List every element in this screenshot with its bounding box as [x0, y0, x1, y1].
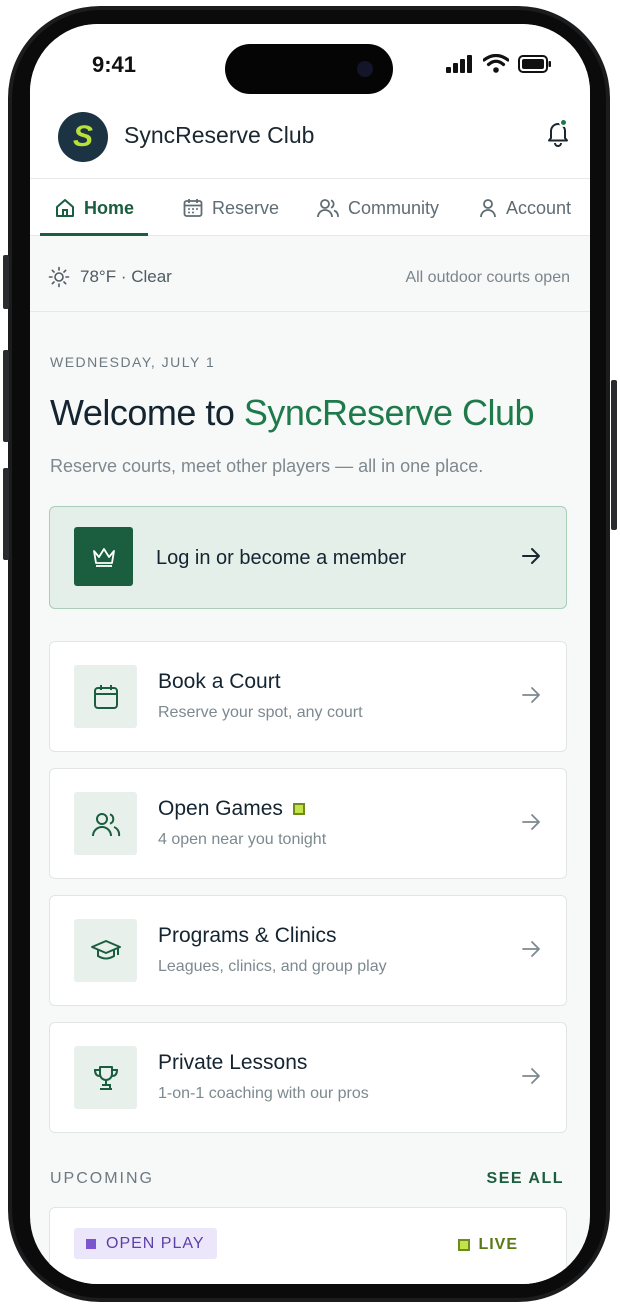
title-accent: SyncReserve Club — [243, 392, 535, 433]
home-icon — [56, 199, 74, 217]
bell-icon[interactable] — [542, 116, 574, 148]
arrow-right-icon — [522, 814, 540, 830]
status-icons — [446, 54, 552, 73]
app-screen: 9:41 S SyncReserve Club Home Reserve Com… — [30, 24, 590, 1284]
volume-up-button — [3, 350, 9, 442]
app-title: SyncReserve Club — [124, 122, 315, 148]
cta-icon-box — [74, 527, 133, 586]
card-title-text: Open Games — [158, 797, 283, 820]
private-lessons-card[interactable]: Private Lessons 1-on-1 coaching with our… — [49, 1022, 567, 1133]
card-subtitle: Reserve your spot, any court — [158, 704, 363, 721]
calendar-icon — [93, 684, 118, 709]
tab-account-label: Account — [506, 197, 572, 218]
tab-account[interactable]: Account — [478, 179, 571, 237]
tab-reserve[interactable]: Reserve — [182, 179, 279, 237]
wifi-icon — [483, 54, 509, 73]
status-bar: 9:41 — [30, 24, 590, 104]
programs-clinics-card[interactable]: Programs & Clinics Leagues, clinics, and… — [49, 895, 567, 1006]
upcoming-event-card[interactable]: OPEN PLAY LIVE — [49, 1207, 567, 1284]
page-title: Welcome to SyncReserve Club — [50, 392, 535, 434]
crown-icon — [92, 547, 115, 567]
book-court-card[interactable]: Book a Court Reserve your spot, any cour… — [49, 641, 567, 752]
badge-square — [86, 1238, 96, 1249]
weather-summary: 78°F · Clear — [48, 266, 172, 288]
tab-home[interactable]: Home — [54, 179, 134, 237]
open-games-card[interactable]: Open Games 4 open near you tonight — [49, 768, 567, 879]
trophy-icon — [93, 1065, 118, 1090]
signal-icon — [446, 54, 472, 73]
card-title-text: Book a Court — [158, 670, 281, 693]
battery-icon — [518, 54, 551, 73]
upcoming-heading: UPCOMING — [50, 1170, 154, 1187]
arrow-right-icon — [522, 548, 540, 564]
user-icon — [480, 199, 496, 218]
tab-bar: Home Reserve Community Account — [30, 178, 590, 236]
weather-text: 78°F · Clear — [80, 267, 172, 286]
tab-community[interactable]: Community — [316, 179, 439, 237]
card-icon-box — [74, 792, 137, 855]
login-member-button[interactable]: Log in or become a member — [49, 506, 567, 609]
tab-community-label: Community — [348, 197, 440, 218]
weather-bar: 78°F · Clear All outdoor courts open — [30, 236, 590, 312]
court-status: All outdoor courts open — [405, 269, 570, 286]
card-icon-box — [74, 1046, 137, 1109]
page-subtitle: Reserve courts, meet other players — all… — [50, 456, 484, 476]
card-subtitle: Leagues, clinics, and group play — [158, 958, 387, 975]
card-title: Private Lessons — [158, 1051, 307, 1075]
volume-down-button — [3, 468, 9, 560]
card-subtitle: 1-on-1 coaching with our pros — [158, 1085, 369, 1102]
tab-home-label: Home — [84, 197, 135, 218]
card-icon-box — [74, 665, 137, 728]
sun-icon — [48, 266, 70, 288]
card-title: Book a Court — [158, 670, 281, 694]
dynamic-island — [225, 44, 393, 94]
camera-icon — [357, 61, 373, 77]
card-title-text: Private Lessons — [158, 1051, 308, 1074]
current-date: WEDNESDAY, JULY 1 — [50, 354, 216, 370]
calendar-icon — [183, 199, 203, 217]
availability-indicator — [292, 803, 305, 815]
logo-letter: S — [72, 120, 93, 153]
club-logo[interactable]: S — [58, 112, 108, 162]
card-title-text: Programs & Clinics — [158, 924, 337, 947]
arrow-right-icon — [522, 1068, 540, 1084]
tab-reserve-label: Reserve — [212, 197, 280, 218]
live-square — [458, 1239, 471, 1251]
users-icon — [91, 812, 120, 836]
app-header: S SyncReserve Club — [30, 104, 590, 178]
notification-dot — [559, 118, 568, 127]
users-icon — [317, 199, 339, 218]
card-subtitle: 4 open near you tonight — [158, 831, 327, 848]
event-type-label: OPEN PLAY — [106, 1234, 205, 1252]
card-title: Programs & Clinics — [158, 924, 337, 948]
live-label: LIVE — [478, 1236, 518, 1253]
title-prefix: Welcome to — [50, 392, 244, 433]
cta-label: Log in or become a member — [156, 547, 407, 569]
silent-switch — [3, 255, 9, 309]
card-icon-box — [74, 919, 137, 982]
status-time: 9:41 — [92, 52, 137, 77]
card-title: Open Games — [158, 797, 305, 821]
event-type-badge: OPEN PLAY — [74, 1228, 217, 1259]
see-all-link[interactable]: SEE ALL — [487, 1170, 564, 1188]
arrow-right-icon — [522, 941, 540, 957]
graduation-cap-icon — [90, 939, 121, 959]
live-status-badge: LIVE — [458, 1236, 518, 1254]
power-button — [611, 380, 617, 530]
arrow-right-icon — [522, 687, 540, 703]
